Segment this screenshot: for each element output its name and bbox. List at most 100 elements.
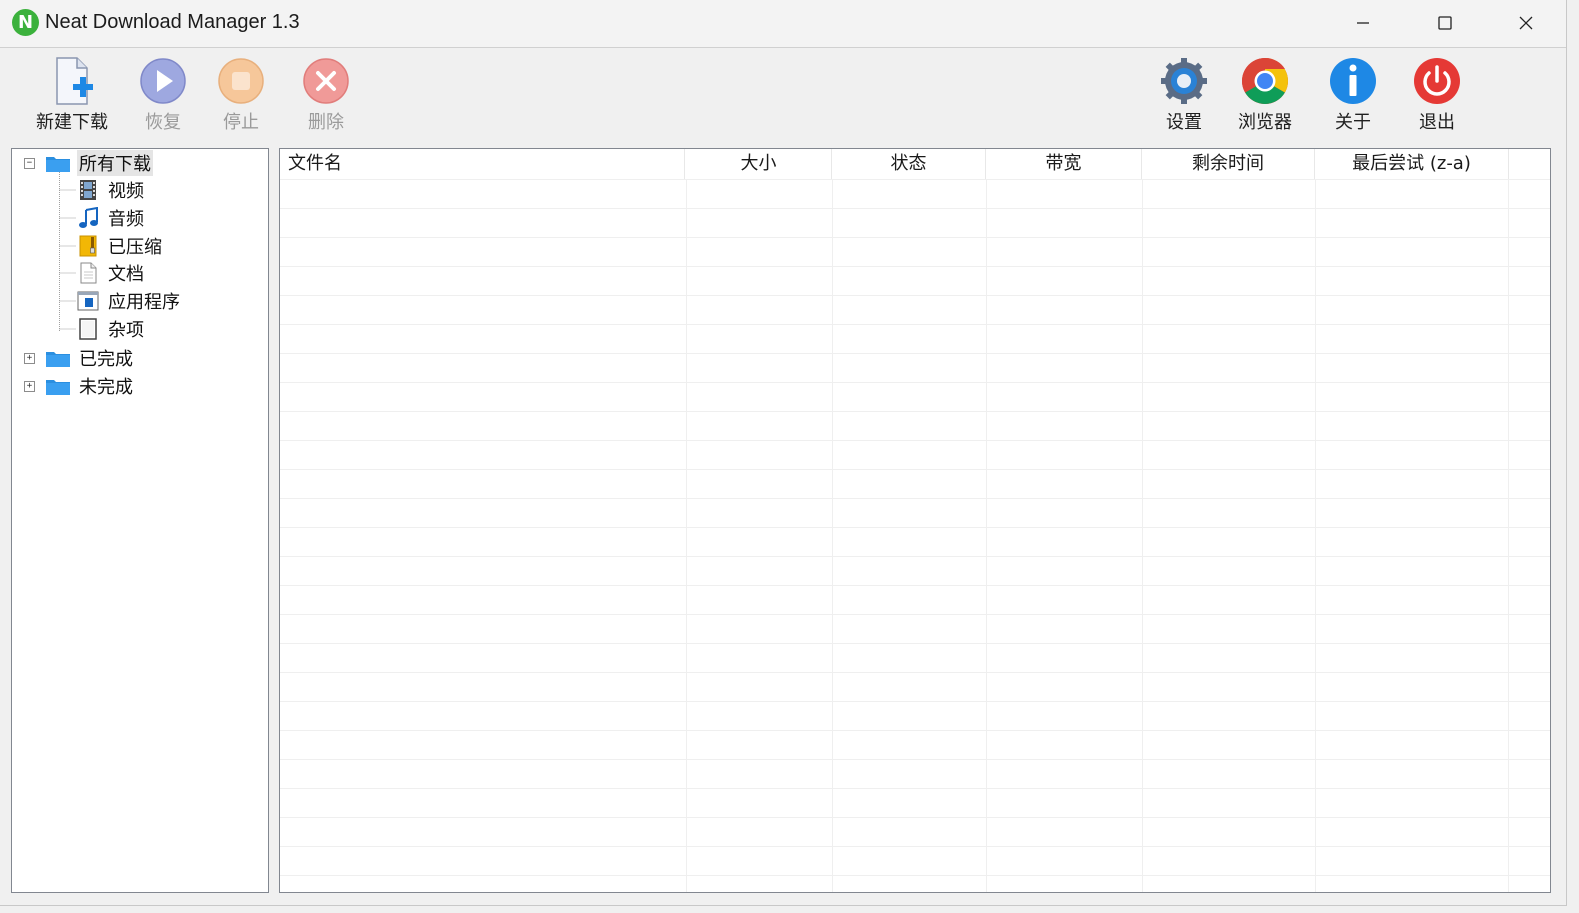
tree-item-video[interactable]: 视频 (77, 177, 144, 203)
exit-label: 退出 (1419, 112, 1455, 133)
grid-row-line (280, 179, 1550, 180)
title-bar[interactable]: N Neat Download Manager 1.3 (0, 0, 1566, 48)
column-label: 大小 (740, 153, 777, 174)
grid-row-line (280, 875, 1550, 876)
window-title: Neat Download Manager 1.3 (45, 11, 300, 33)
chrome-icon (1242, 57, 1288, 104)
minimize-icon (1357, 22, 1369, 24)
grid-row-line (280, 788, 1550, 789)
grid-row-line (280, 266, 1550, 267)
delete-label: 删除 (308, 112, 344, 133)
column-header-last-try[interactable]: 最后尝试 (z-a) (1315, 149, 1509, 179)
column-header-filename[interactable]: 文件名 (280, 149, 685, 179)
close-button[interactable] (1486, 0, 1566, 46)
grid-column-line (1142, 179, 1143, 892)
power-icon (1414, 58, 1460, 104)
tree-item-all-downloads[interactable]: 所有下载 (45, 150, 153, 176)
tree-item-label: 应用程序 (108, 292, 180, 313)
archive-icon (79, 235, 97, 257)
column-header-time-left[interactable]: 剩余时间 (1142, 149, 1315, 179)
tree-item-label: 视频 (108, 181, 144, 202)
grid-row-line (280, 614, 1550, 615)
grid-row-line (280, 411, 1550, 412)
grid-column-line (686, 179, 687, 892)
application-icon (77, 291, 99, 311)
film-icon (80, 180, 96, 200)
column-label: 状态 (890, 153, 927, 174)
tree-item-label: 未完成 (79, 377, 133, 398)
expand-toggle-incomplete[interactable]: + (24, 381, 35, 392)
grid-column-line (832, 179, 833, 892)
settings-button[interactable]: 设置 (1144, 54, 1224, 136)
play-icon (140, 58, 186, 104)
category-tree[interactable]: − 所有下载 视频 音频 已压缩 文档 应用程序 杂项 + 已完成 + 未完成 (11, 148, 269, 893)
folder-icon (46, 351, 70, 367)
grid-column-line (986, 179, 987, 892)
stop-button[interactable]: 停止 (201, 54, 281, 136)
grid-row-line (280, 440, 1550, 441)
document-icon (80, 262, 97, 284)
column-header-size[interactable]: 大小 (686, 149, 832, 179)
tree-item-documents[interactable]: 文档 (77, 260, 144, 286)
tree-item-compressed[interactable]: 已压缩 (77, 233, 162, 259)
tree-item-audio[interactable]: 音频 (77, 205, 144, 231)
new-download-button[interactable]: 新建下载 (32, 54, 112, 136)
grid-column-line (1508, 179, 1509, 892)
grid-row-line (280, 324, 1550, 325)
tree-item-label: 已完成 (79, 349, 133, 370)
tree-item-incomplete[interactable]: 未完成 (45, 373, 133, 399)
column-header-bandwidth[interactable]: 带宽 (986, 149, 1142, 179)
grid-row-line (280, 846, 1550, 847)
grid-row-line (280, 759, 1550, 760)
delete-button[interactable]: 删除 (286, 54, 366, 136)
grid-row-line (280, 643, 1550, 644)
grid-row-line (280, 237, 1550, 238)
grid-row-line (280, 672, 1550, 673)
column-label: 文件名 (288, 153, 342, 174)
grid-column-line (1315, 179, 1316, 892)
tree-item-label: 音频 (108, 209, 144, 230)
minimize-button[interactable] (1323, 0, 1403, 46)
maximize-icon (1438, 16, 1452, 30)
grid-row-line (280, 208, 1550, 209)
browser-label: 浏览器 (1238, 112, 1292, 133)
tree-item-completed[interactable]: 已完成 (45, 345, 133, 371)
grid-row-line (280, 556, 1550, 557)
grid-row-line (280, 527, 1550, 528)
expand-toggle-completed[interactable]: + (24, 353, 35, 364)
tree-item-label: 杂项 (108, 320, 144, 341)
grid-row-line (280, 353, 1550, 354)
tree-item-label: 文档 (108, 264, 144, 285)
download-list[interactable]: 文件名 大小 状态 带宽 剩余时间 最后尝试 (z-a) (279, 148, 1551, 893)
close-icon (1519, 16, 1533, 30)
misc-file-icon (79, 318, 97, 340)
grid-row-line (280, 295, 1550, 296)
column-label: 最后尝试 (z-a) (1352, 153, 1471, 174)
grid-row-line (280, 701, 1550, 702)
folder-icon (46, 379, 70, 395)
browser-button[interactable]: 浏览器 (1225, 54, 1305, 136)
collapse-toggle-all[interactable]: − (24, 158, 35, 169)
grid-row-line (280, 817, 1550, 818)
tree-item-applications[interactable]: 应用程序 (77, 288, 180, 314)
folder-icon (46, 156, 70, 172)
grid-row-line (280, 469, 1550, 470)
about-button[interactable]: 关于 (1313, 54, 1393, 136)
music-note-icon (79, 207, 98, 228)
exit-button[interactable]: 退出 (1397, 54, 1477, 136)
column-label: 剩余时间 (1192, 153, 1264, 174)
delete-icon (303, 58, 349, 104)
gear-icon (1161, 58, 1207, 104)
tree-item-label: 已压缩 (108, 237, 162, 258)
maximize-button[interactable] (1405, 0, 1485, 46)
tree-item-label: 所有下载 (77, 150, 153, 176)
column-header-status[interactable]: 状态 (832, 149, 986, 179)
new-file-icon (56, 57, 93, 105)
grid-row-line (280, 498, 1550, 499)
grid-row-line (280, 585, 1550, 586)
new-download-label: 新建下载 (36, 112, 108, 133)
tree-item-misc[interactable]: 杂项 (77, 316, 144, 342)
grid-row-line (280, 730, 1550, 731)
info-icon (1330, 58, 1376, 104)
column-label: 带宽 (1045, 153, 1082, 174)
